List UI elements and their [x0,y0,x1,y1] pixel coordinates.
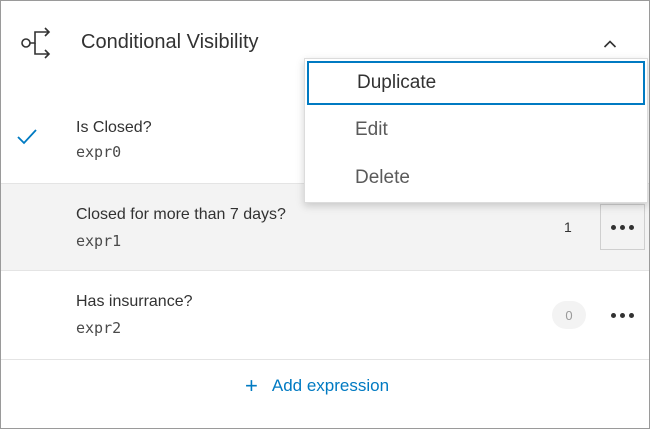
menu-item-delete[interactable]: Delete [307,156,645,200]
menu-item-edit[interactable]: Edit [307,108,645,152]
more-options-button[interactable] [600,292,645,338]
checkmark-icon [15,127,39,147]
expression-name: expr0 [76,143,122,161]
expression-row[interactable]: Has insurrance? expr2 0 [1,271,649,359]
usage-count: 1 [564,219,572,235]
usage-count-badge: 0 [552,301,586,329]
panel-title: Conditional Visibility [81,31,259,53]
expression-label: Is Closed? [76,119,152,136]
panel-footer: + Add expression [1,359,649,428]
collapse-button[interactable] [593,29,627,59]
expression-name: expr2 [76,319,122,337]
plus-icon: + [245,373,258,398]
expression-name: expr1 [76,232,122,250]
expression-label: Closed for more than 7 days? [76,206,286,223]
ellipsis-icon [611,312,634,318]
conditional-visibility-panel: Conditional Visibility Is Closed? expr0 … [0,0,650,429]
expression-label: Has insurrance? [76,293,193,310]
ellipsis-icon [611,224,634,230]
chevron-up-icon [603,40,617,48]
add-expression-button[interactable]: + Add expression [245,374,389,398]
menu-item-duplicate[interactable]: Duplicate [307,61,645,105]
expression-actions-menu: Duplicate Edit Delete [304,58,648,203]
add-expression-label: Add expression [271,376,390,395]
more-options-button[interactable] [600,204,645,250]
branch-icon [19,25,59,61]
